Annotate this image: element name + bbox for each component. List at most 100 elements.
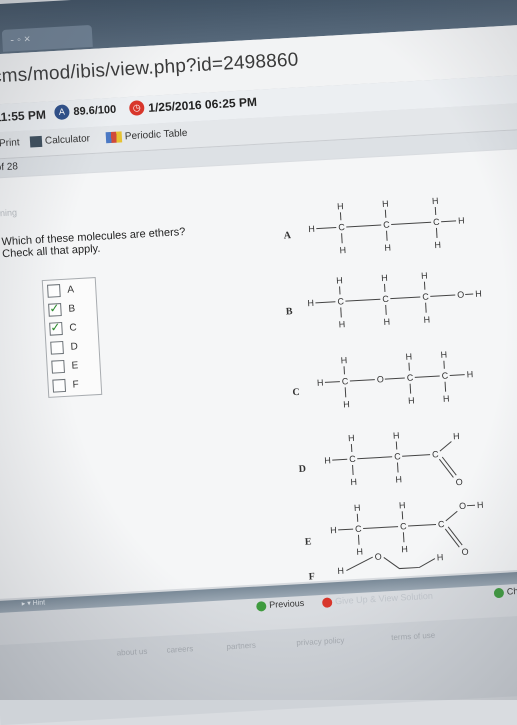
- svg-text:H: H: [350, 477, 357, 487]
- svg-text:H: H: [338, 319, 345, 329]
- svg-text:C: C: [382, 294, 390, 304]
- svg-text:H: H: [340, 355, 347, 365]
- svg-text:H: H: [466, 369, 473, 379]
- choice-b[interactable]: B: [48, 302, 75, 317]
- molecule-b-structure: H CHH CHH CHH OH: [306, 263, 499, 334]
- svg-text:O: O: [374, 552, 382, 562]
- svg-text:C: C: [394, 451, 402, 461]
- calculator-button[interactable]: Calculator: [30, 133, 91, 147]
- molecule-label-e: E: [304, 536, 311, 547]
- checkbox-b[interactable]: [48, 303, 62, 317]
- svg-text:H: H: [458, 215, 465, 225]
- question-panel: arning Which of these molecules are ethe…: [0, 149, 517, 600]
- periodic-table-button[interactable]: Periodic Table: [106, 128, 188, 144]
- svg-text:H: H: [393, 430, 400, 440]
- svg-text:H: H: [339, 245, 346, 255]
- svg-text:O: O: [461, 547, 469, 557]
- svg-text:C: C: [422, 291, 430, 301]
- svg-text:H: H: [440, 350, 447, 360]
- checkbox-a[interactable]: [47, 284, 61, 298]
- clock-icon: ◷: [129, 100, 145, 116]
- svg-text:H: H: [324, 455, 331, 465]
- url-text: scms/mod/ibis/view.php?id=2498860: [0, 49, 299, 89]
- molecule-c-structure: H CHH O CHH CHH H: [315, 343, 498, 413]
- svg-text:H: H: [395, 474, 402, 484]
- svg-text:H: H: [421, 271, 428, 281]
- molecule-label-d: D: [298, 464, 306, 475]
- warning-tag: arning: [0, 207, 17, 218]
- score-value: 89.6/100: [73, 104, 116, 118]
- print-button[interactable]: Print: [0, 137, 20, 150]
- svg-text:O: O: [459, 501, 467, 511]
- periodic-table-icon: [106, 131, 123, 143]
- svg-text:O: O: [457, 290, 465, 300]
- molecule-label-a: A: [283, 230, 291, 241]
- svg-text:H: H: [308, 224, 315, 234]
- choice-c[interactable]: C: [49, 321, 77, 336]
- molecule-label-f: F: [308, 571, 315, 582]
- svg-text:H: H: [337, 201, 344, 211]
- svg-text:H: H: [432, 196, 439, 206]
- svg-text:O: O: [455, 477, 463, 487]
- give-up-icon: [322, 597, 333, 608]
- footer-link-partners[interactable]: partners: [226, 641, 256, 652]
- answer-choices: A B C D E F: [42, 277, 103, 398]
- due-date: 1/25/2016 06:25 PM: [148, 95, 257, 115]
- choice-d[interactable]: D: [50, 340, 78, 355]
- svg-text:C: C: [432, 449, 440, 459]
- score-icon: A: [54, 104, 70, 120]
- svg-text:C: C: [342, 376, 350, 386]
- previous-button[interactable]: Previous: [256, 598, 305, 611]
- svg-text:C: C: [407, 372, 415, 382]
- svg-text:H: H: [382, 199, 389, 209]
- svg-text:H: H: [443, 394, 450, 404]
- svg-text:C: C: [337, 296, 345, 306]
- svg-text:H: H: [453, 431, 460, 441]
- hint-label: ▸ ▾ Hint: [22, 598, 46, 607]
- svg-text:H: H: [307, 298, 314, 308]
- svg-text:H: H: [383, 317, 390, 327]
- svg-text:H: H: [423, 314, 430, 324]
- svg-text:H: H: [381, 273, 388, 283]
- svg-text:C: C: [400, 521, 408, 531]
- choice-a[interactable]: A: [47, 283, 74, 298]
- svg-text:H: H: [475, 289, 482, 299]
- svg-text:H: H: [317, 378, 324, 388]
- footer-link-privacy[interactable]: privacy policy: [296, 636, 344, 648]
- checkbox-e[interactable]: [51, 360, 65, 374]
- molecule-label-c: C: [292, 387, 300, 398]
- check-icon: [494, 587, 505, 598]
- footer: about us careers partners privacy policy…: [0, 614, 517, 725]
- svg-text:H: H: [434, 240, 441, 250]
- molecule-a-structure: H CHH CHH CHH H: [307, 189, 490, 259]
- svg-text:H: H: [336, 275, 343, 285]
- svg-text:H: H: [399, 500, 406, 510]
- svg-text:H: H: [354, 503, 361, 513]
- svg-text:H: H: [337, 566, 344, 576]
- svg-text:C: C: [433, 217, 441, 227]
- footer-link-terms[interactable]: terms of use: [391, 631, 435, 642]
- checkbox-f[interactable]: [52, 379, 66, 393]
- svg-text:C: C: [438, 519, 446, 529]
- calculator-icon: [30, 136, 43, 148]
- svg-text:C: C: [441, 371, 449, 381]
- svg-text:H: H: [477, 500, 484, 510]
- choice-e[interactable]: E: [51, 359, 78, 374]
- svg-text:O: O: [377, 374, 385, 384]
- footer-link-careers[interactable]: careers: [166, 644, 193, 654]
- current-time: 6 11:55 PM: [0, 108, 46, 125]
- checkbox-d[interactable]: [50, 341, 64, 355]
- choice-f[interactable]: F: [52, 378, 79, 393]
- check-button[interactable]: Ch: [494, 586, 517, 598]
- svg-text:C: C: [355, 524, 363, 534]
- molecule-label-b: B: [286, 306, 293, 317]
- footer-link-about[interactable]: about us: [116, 647, 147, 658]
- checkbox-c[interactable]: [49, 322, 63, 336]
- svg-text:H: H: [330, 525, 337, 535]
- question-text: Which of these molecules are ethers? Che…: [1, 226, 186, 260]
- svg-text:C: C: [349, 454, 357, 464]
- screen: - ◦ × scms/mod/ibis/view.php?id=2498860 …: [0, 0, 517, 725]
- svg-text:H: H: [405, 352, 412, 362]
- window-controls[interactable]: - ◦ ×: [2, 25, 93, 52]
- svg-text:H: H: [348, 433, 355, 443]
